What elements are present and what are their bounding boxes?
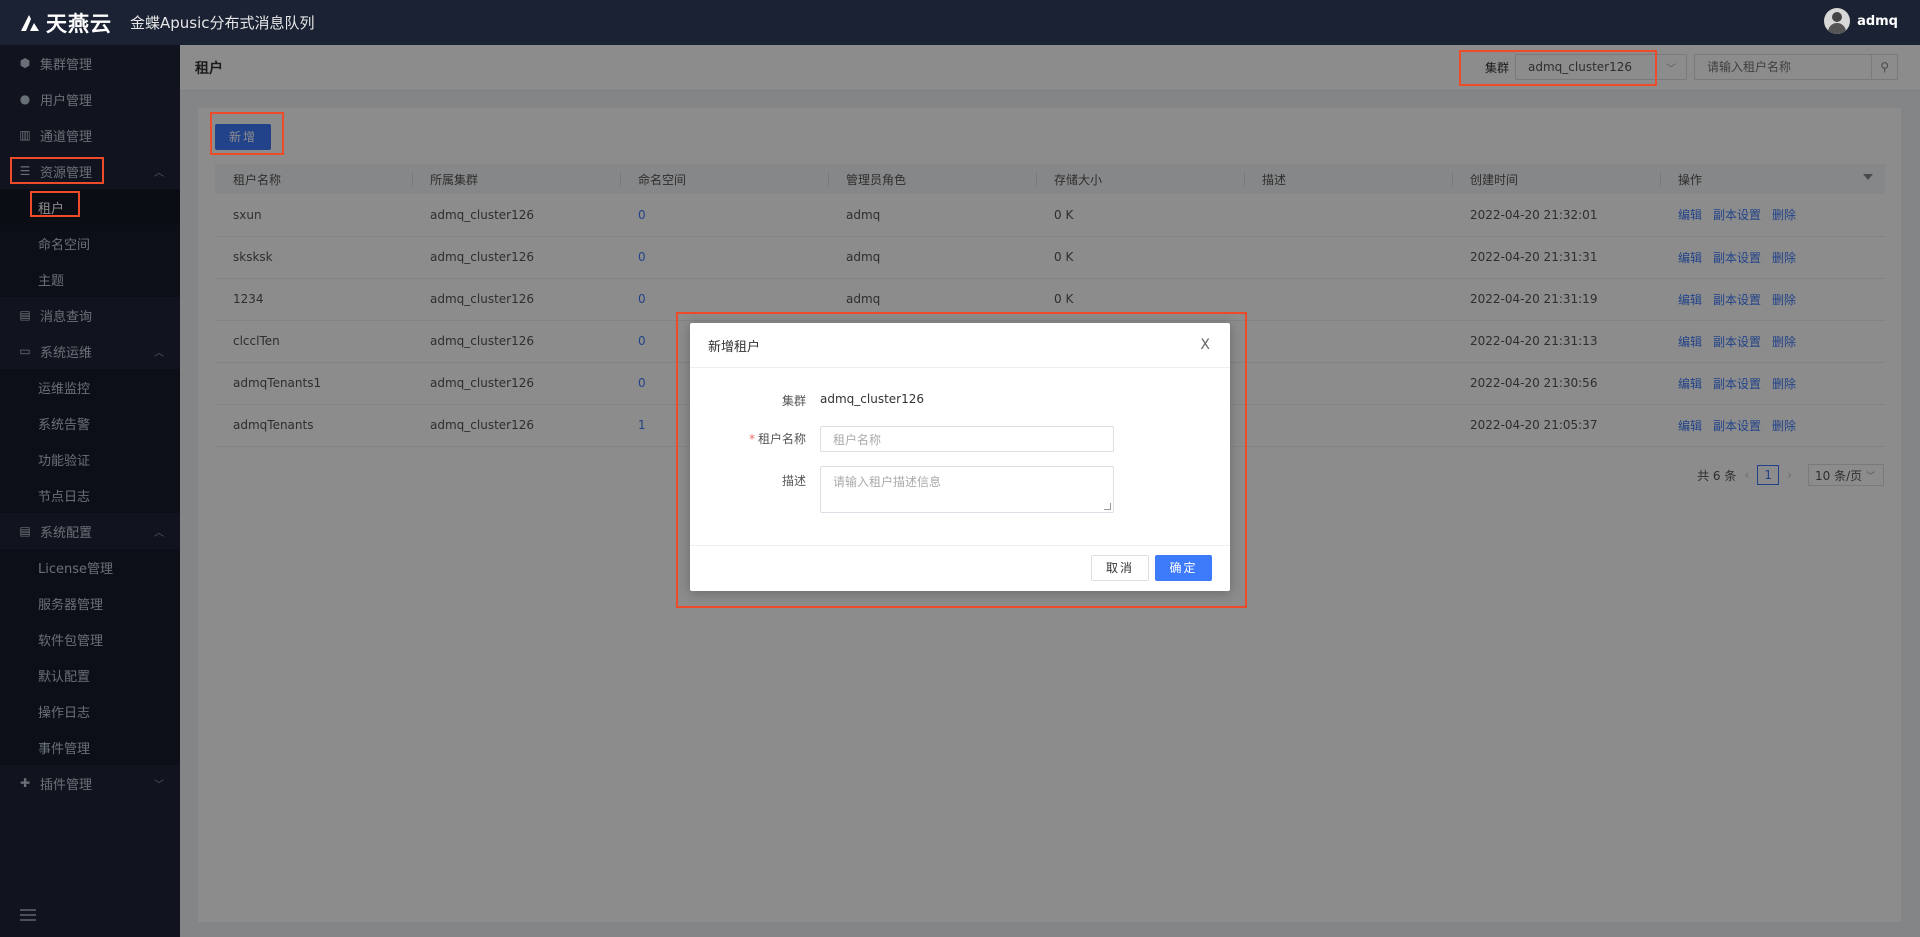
app-title: 金蝶Apusic分布式消息队列 [130,14,315,32]
form-row-cluster: 集群 admq_cluster126 [690,392,924,409]
textarea-placeholder: 请输入租户描述信息 [833,475,942,489]
cancel-button[interactable]: 取消 [1091,555,1149,581]
cluster-field-value: admq_cluster126 [820,392,924,406]
username[interactable]: admq [1857,14,1898,29]
brand-name: 天燕云 [46,11,112,36]
add-tenant-dialog: 新增租户 X 集群 admq_cluster126 * 租户名称 租户名称 描述 … [690,323,1230,591]
cluster-field-label: 集群 [781,394,806,408]
resize-handle-icon[interactable] [1104,503,1111,510]
dialog-footer: 取消 确定 [690,545,1230,591]
desc-field-label: 描述 [781,474,806,488]
input-placeholder: 租户名称 [833,432,882,447]
close-icon[interactable]: X [1200,337,1210,353]
avatar[interactable] [1824,8,1851,34]
logo-icon [21,14,39,31]
confirm-button[interactable]: 确定 [1155,555,1212,581]
form-row-name: * 租户名称 租户名称 [690,426,1114,452]
logo: 天燕云 [18,8,112,38]
required-asterisk: * [748,432,755,446]
user-menu[interactable]: admq [1824,8,1898,34]
tenant-name-input[interactable]: 租户名称 [820,426,1114,452]
name-label-text: 租户名称 [757,432,806,446]
form-row-desc: 描述 请输入租户描述信息 [690,466,1114,513]
top-bar: 天燕云 金蝶Apusic分布式消息队列 admq [0,0,1920,45]
tenant-desc-textarea[interactable]: 请输入租户描述信息 [820,466,1114,513]
dialog-header: 新增租户 X [690,323,1230,368]
name-field-label: * 租户名称 [690,426,820,452]
dialog-title: 新增租户 [708,339,761,355]
